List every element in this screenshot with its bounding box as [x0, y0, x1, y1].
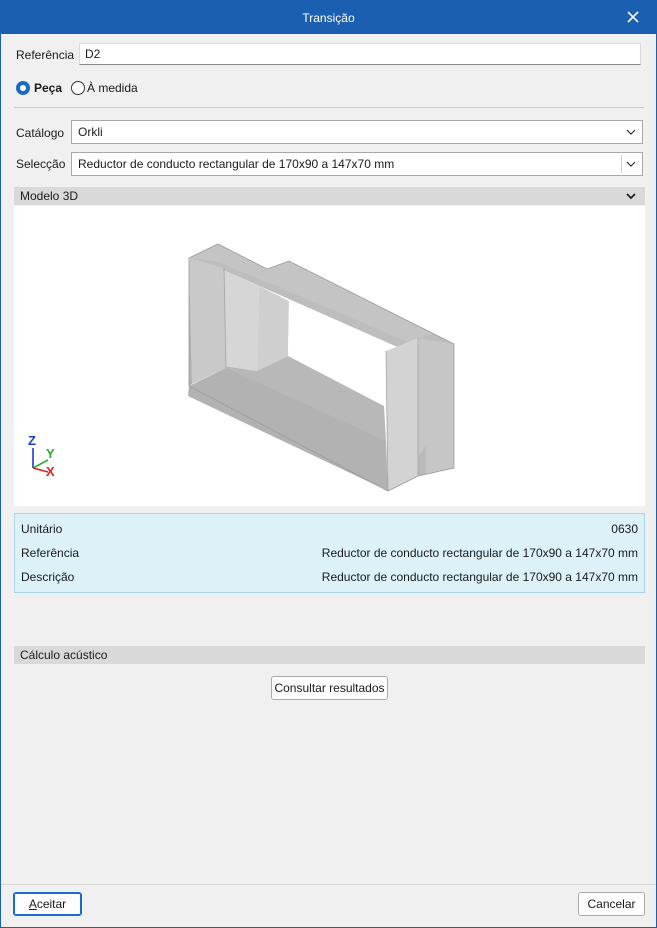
- dialog-window: Transição Referência D2 Peça À medida Ca…: [0, 0, 657, 928]
- info-value: 0630: [611, 522, 638, 536]
- aceitar-label: ceitar: [36, 897, 67, 911]
- close-icon[interactable]: [624, 8, 642, 26]
- aceitar-button[interactable]: Aceitar: [13, 892, 82, 916]
- acoustic-header-label: Cálculo acústico: [20, 648, 108, 662]
- chevron-down-icon[interactable]: [625, 190, 637, 202]
- info-panel: Unitário 0630 Referência Reductor de con…: [14, 513, 645, 593]
- seleccao-value: Reductor de conducto rectangular de 170x…: [78, 157, 395, 171]
- divider: [14, 107, 644, 108]
- info-row: Referência Reductor de conducto rectangu…: [21, 546, 638, 562]
- axis-x-label: X: [46, 464, 55, 479]
- info-value: Reductor de conducto rectangular de 170x…: [321, 570, 638, 584]
- consultar-resultados-button[interactable]: Consultar resultados: [271, 676, 388, 700]
- info-row: Unitário 0630: [21, 522, 638, 538]
- catalogo-select[interactable]: Orkli: [71, 120, 643, 144]
- seleccao-label: Selecção: [16, 157, 66, 171]
- radio-peca[interactable]: [16, 81, 30, 95]
- window-title: Transição: [302, 11, 355, 25]
- info-key: Descrição: [21, 570, 75, 584]
- chevron-down-icon[interactable]: [624, 157, 638, 171]
- catalogo-label: Catálogo: [16, 126, 65, 140]
- chevron-down-icon: [626, 129, 636, 135]
- title-bar: Transição: [1, 1, 656, 34]
- catalogo-value: Orkli: [78, 125, 103, 139]
- model3d-header-label: Modelo 3D: [20, 189, 79, 203]
- select-divider: [621, 155, 622, 173]
- cancelar-button[interactable]: Cancelar: [578, 892, 645, 916]
- info-key: Referência: [21, 546, 80, 560]
- referencia-input[interactable]: D2: [79, 43, 641, 65]
- info-row: Descrição Reductor de conducto rectangul…: [21, 570, 638, 586]
- model3d-viewer[interactable]: Z Y X: [14, 206, 645, 506]
- radio-peca-label[interactable]: Peça: [34, 81, 62, 95]
- info-key: Unitário: [21, 522, 63, 536]
- axis-z-label: Z: [28, 433, 36, 448]
- model3d-header[interactable]: Modelo 3D: [14, 187, 645, 205]
- referencia-label: Referência: [16, 48, 75, 62]
- axis-y-label: Y: [46, 446, 55, 461]
- acoustic-header: Cálculo acústico: [14, 646, 645, 664]
- aceitar-mnemonic: A: [28, 897, 37, 911]
- duct-reducer-3d-model: [188, 243, 455, 492]
- radio-a-medida[interactable]: [71, 81, 85, 95]
- info-value: Reductor de conducto rectangular de 170x…: [321, 546, 638, 560]
- radio-a-medida-label[interactable]: À medida: [87, 81, 138, 95]
- footer-divider: [1, 884, 656, 885]
- seleccao-select[interactable]: Reductor de conducto rectangular de 170x…: [71, 152, 643, 176]
